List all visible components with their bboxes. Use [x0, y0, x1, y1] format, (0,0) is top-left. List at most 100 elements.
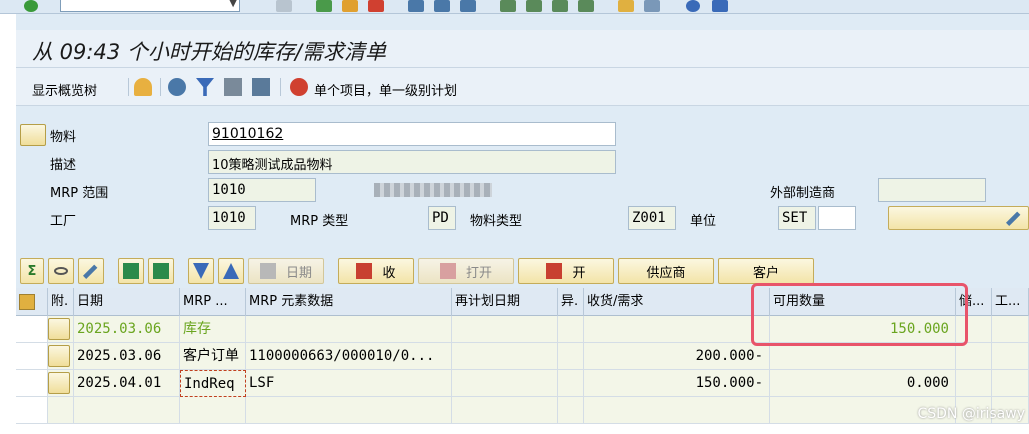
prev-page-icon[interactable]	[526, 0, 542, 12]
collapse-icon	[223, 263, 239, 279]
settings-icon[interactable]	[224, 78, 242, 96]
material-input[interactable]: 91010162	[208, 122, 616, 146]
collapse-button[interactable]	[218, 258, 244, 284]
column-header-date[interactable]: 日期	[74, 288, 180, 316]
vendor-button[interactable]: 供应商	[618, 258, 714, 284]
next-page-icon[interactable]	[552, 0, 568, 12]
print-icon[interactable]	[408, 0, 424, 12]
find-icon[interactable]	[434, 0, 450, 12]
expand-icon	[193, 263, 209, 279]
receipt-button[interactable]: 收	[338, 258, 414, 284]
column-header-receipt-requirement[interactable]: 收货/需求	[584, 288, 770, 316]
magnifier-icon[interactable]	[48, 345, 70, 367]
single-item-button[interactable]: 单个项目，单一级别计划	[314, 80, 457, 99]
column-header-exception[interactable]: 异.	[558, 288, 584, 316]
mrp-element-cell[interactable]: IndReq	[180, 370, 246, 397]
show-tree-button[interactable]: 显示概览树	[32, 80, 97, 99]
help-icon[interactable]	[686, 0, 700, 12]
hierarchy-button[interactable]	[118, 258, 144, 284]
mrp-type-field: PD	[428, 206, 456, 230]
person-icon[interactable]	[134, 78, 152, 96]
material-type-field: Z001	[628, 206, 676, 230]
glasses-button[interactable]	[48, 258, 74, 284]
exception-cell	[558, 343, 584, 370]
hierarchy2-button[interactable]	[148, 258, 174, 284]
table-row[interactable]: 2025.04.01 IndReq LSF 150.000- 0.000	[16, 370, 1029, 397]
separator	[160, 78, 161, 96]
plant-cell	[992, 316, 1029, 343]
system-toolbar: ▼	[0, 0, 1029, 14]
single-item-icon[interactable]	[290, 78, 308, 96]
open-button[interactable]: 打开	[418, 258, 514, 284]
mrp-element-cell: 客户订单	[180, 343, 246, 370]
row-gutter	[16, 316, 48, 343]
empty-cell	[584, 397, 770, 424]
open2-button[interactable]: 开	[518, 258, 614, 284]
table-row[interactable]: 2025.03.06 客户订单 1100000663/000010/0... 2…	[16, 343, 1029, 370]
column-header-mrp-element[interactable]: MRP ...	[180, 288, 246, 316]
command-field[interactable]: ▼	[60, 0, 240, 12]
cancel-icon[interactable]	[368, 0, 384, 12]
material-type-label: 物料类型	[470, 214, 523, 229]
exception-cell	[558, 370, 584, 397]
reschedule-date-cell	[452, 316, 558, 343]
separator	[128, 78, 129, 96]
filter-icon[interactable]	[196, 78, 214, 96]
date-icon	[259, 263, 276, 279]
save-icon[interactable]	[276, 0, 292, 12]
exit-icon[interactable]	[342, 0, 358, 12]
storage-cell	[956, 343, 992, 370]
shortcut-icon[interactable]	[644, 0, 660, 12]
column-header-plant[interactable]: 工...	[992, 288, 1029, 316]
column-settings-icon[interactable]	[16, 288, 48, 316]
first-page-icon[interactable]	[500, 0, 516, 12]
available-qty-cell	[770, 343, 956, 370]
column-header-mrp-element-data[interactable]: MRP 元素数据	[246, 288, 452, 316]
unit-extra-field[interactable]	[818, 206, 856, 230]
sum-icon: Σ	[27, 263, 37, 279]
customer-button[interactable]: 客户	[718, 258, 814, 284]
row-gutter	[16, 370, 48, 397]
annotation-highlight-box	[751, 283, 968, 346]
separator	[280, 78, 281, 96]
magnifier-icon[interactable]	[48, 372, 70, 394]
new-session-icon[interactable]	[618, 0, 634, 12]
mrp-element-data-cell: 1100000663/000010/0...	[246, 343, 452, 370]
row-gutter	[16, 397, 48, 424]
mrp-element-data-cell: LSF	[246, 370, 452, 397]
receipt-icon	[356, 263, 373, 279]
pencil-icon	[1006, 211, 1021, 226]
empty-cell	[74, 397, 180, 424]
unit-label: 单位	[690, 214, 717, 229]
export-icon[interactable]	[252, 78, 270, 96]
pencil-button[interactable]	[78, 258, 104, 284]
receipt-requirement-cell	[584, 316, 770, 343]
find-next-icon[interactable]	[460, 0, 476, 12]
date-button[interactable]: 日期	[248, 258, 324, 284]
page-title: 从 09:43 个小时开始的库存/需求清单	[32, 40, 386, 64]
exception-cell	[558, 316, 584, 343]
magnifier-icon[interactable]	[48, 318, 70, 340]
back-icon[interactable]	[316, 0, 332, 12]
date-cell: 2025.03.06	[74, 343, 180, 370]
table-toolbar: Σ 日期 收 打开 开 供应商 客户	[16, 258, 1029, 286]
chevron-down-icon[interactable]: ▼	[229, 0, 237, 9]
refresh-icon[interactable]	[168, 78, 186, 96]
empty-cell	[48, 397, 74, 424]
available-qty-cell: 0.000	[770, 370, 956, 397]
layout-icon[interactable]	[712, 0, 728, 12]
expand-button[interactable]	[188, 258, 214, 284]
column-header-attach[interactable]: 附.	[48, 288, 74, 316]
unit-field: SET	[778, 206, 816, 230]
enter-icon[interactable]	[24, 0, 38, 12]
date-cell: 2025.03.06	[74, 316, 180, 343]
material-folder-icon[interactable]	[20, 124, 46, 146]
reschedule-date-cell	[452, 343, 558, 370]
empty-cell	[452, 397, 558, 424]
sum-button[interactable]: Σ	[20, 258, 44, 284]
edit-button[interactable]	[888, 206, 1029, 230]
column-header-reschedule-date[interactable]: 再计划日期	[452, 288, 558, 316]
date-button-label: 日期	[285, 265, 312, 281]
last-page-icon[interactable]	[578, 0, 594, 12]
mrp-element-cell: 库存	[180, 316, 246, 343]
